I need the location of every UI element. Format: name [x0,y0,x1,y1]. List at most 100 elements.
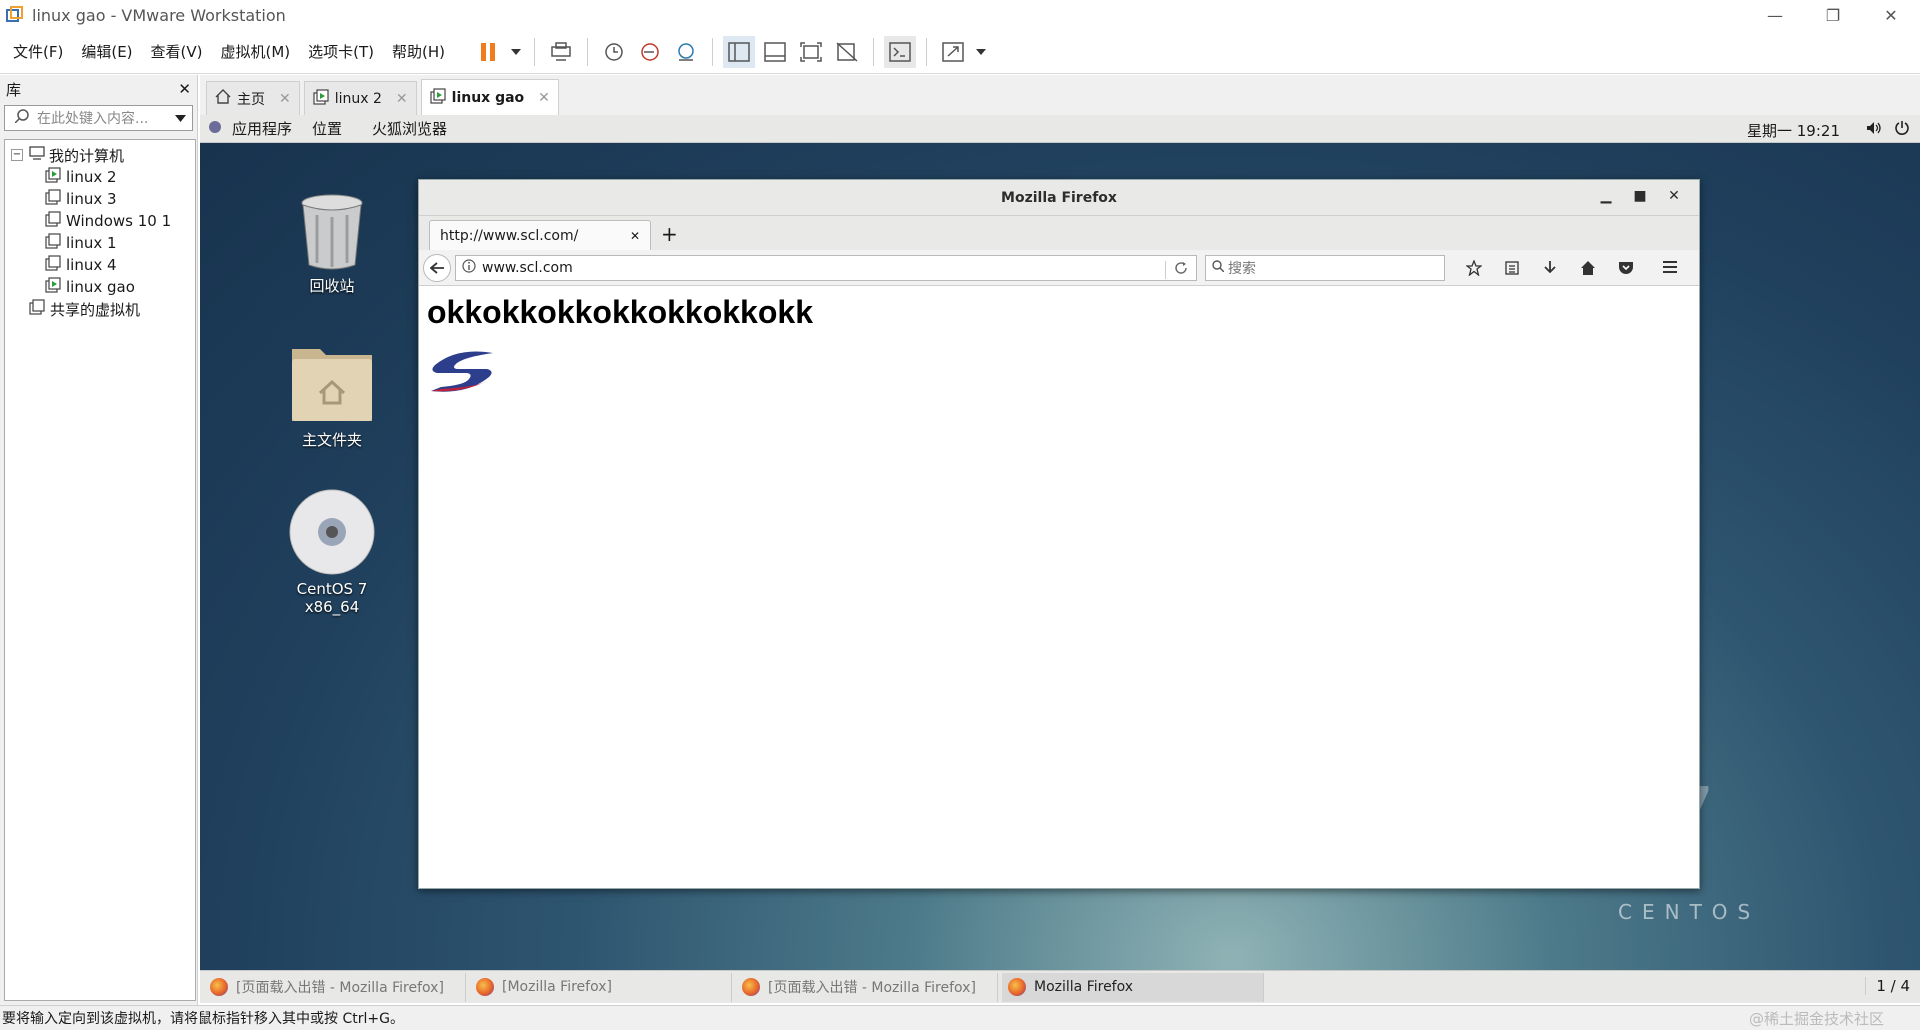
desktop-icon-home[interactable]: 主文件夹 [267,339,397,450]
back-icon[interactable] [423,253,451,282]
gnome-menu-firefox[interactable]: 火狐浏览器 [352,118,457,139]
menu-bar: 文件(F) 编辑(E) 查看(V) 虚拟机(M) 选项卡(T) 帮助(H) [0,30,1920,74]
download-icon[interactable] [1531,260,1569,276]
firefox-maximize-button[interactable]: ■ [1623,188,1657,204]
tree-item-vm[interactable]: linux 2 [5,166,195,188]
close-button[interactable]: ✕ [1862,0,1920,30]
tree-label: linux 4 [66,256,117,274]
tree-label: 共享的虚拟机 [50,300,141,319]
tab-close-icon[interactable]: ✕ [396,91,408,107]
gnome-top-bar: 应用程序 位置 火狐浏览器 星期一 19:21 [200,115,1920,143]
gnome-menu-places[interactable]: 位置 [302,118,352,139]
menu-tabs[interactable]: 选项卡(T) [299,41,383,62]
tree-label: 我的计算机 [49,146,125,165]
bookmarks-icon[interactable] [1493,260,1531,276]
taskbar-item[interactable]: [页面载入出错 - Mozilla Firefox] [204,972,466,1002]
tab-label: linux 2 [334,90,382,107]
tree-item-vm[interactable]: linux 1 [5,232,195,254]
firefox-nav-bar: www.scl.com 搜索 [419,250,1699,286]
tree-item-vm[interactable]: linux 3 [5,188,195,210]
tab-label: linux gao [451,89,525,106]
taskbar-item[interactable]: [Mozilla Firefox] [470,972,732,1002]
send-ctrl-alt-del-icon[interactable] [545,36,577,68]
toolbar-divider [873,37,875,66]
pocket-icon[interactable] [1607,260,1645,276]
minimize-button[interactable]: — [1746,0,1804,30]
chevron-down-icon[interactable] [175,110,186,126]
snapshot-manager-icon[interactable] [670,36,702,68]
workspace-indicator[interactable]: 1 / 4 [1865,977,1910,995]
toolbar-divider [534,37,536,66]
info-icon[interactable] [462,258,476,277]
reload-icon[interactable] [1165,260,1188,279]
pause-icon[interactable] [472,36,504,68]
chevron-down-icon[interactable] [973,36,989,68]
desktop-icon-trash[interactable]: 回收站 [267,193,397,296]
firefox-title: Mozilla Firefox [1001,189,1117,206]
firefox-close-button[interactable]: ✕ [1657,188,1691,204]
menu-vm[interactable]: 虚拟机(M) [212,41,300,62]
menu-file[interactable]: 文件(F) [0,41,72,62]
tab-close-icon[interactable]: ✕ [279,91,291,107]
menu-edit[interactable]: 编辑(E) [72,41,141,62]
tab-home[interactable]: 主页 ✕ [206,81,300,115]
search-input[interactable]: 搜索 [1205,254,1445,281]
firefox-tab-close-icon[interactable]: ✕ [630,229,640,243]
firefox-tab-strip: http://www.scl.com/ ✕ + [419,216,1699,250]
tree-item-vm[interactable]: Windows 10 1 [5,210,195,232]
home-icon[interactable] [1569,260,1607,276]
toolbar-divider [587,37,589,66]
taskbar-item[interactable]: [页面载入出错 - Mozilla Firefox] [736,972,998,1002]
gnome-taskbar: [页面载入出错 - Mozilla Firefox] [Mozilla Fire… [200,970,1920,1003]
console-icon[interactable] [884,35,917,68]
firefox-tab[interactable]: http://www.scl.com/ ✕ [429,220,651,250]
gnome-clock[interactable]: 星期一 19:21 [1747,120,1840,141]
volume-icon[interactable] [1866,121,1882,139]
bookmark-star-icon[interactable] [1455,259,1493,276]
tab-close-icon[interactable]: ✕ [538,90,550,106]
trash-icon [297,194,367,275]
taskbar-item-label: [页面载入出错 - Mozilla Firefox] [768,980,976,996]
tree-label: linux gao [66,278,135,296]
search-placeholder: 搜索 [1228,260,1256,277]
search-icon [1212,259,1225,276]
menu-view[interactable]: 查看(V) [142,41,212,62]
vm-icon [45,255,61,275]
tab-linux-gao[interactable]: linux gao ✕ [420,79,559,115]
new-tab-button[interactable]: + [661,222,678,246]
library-panel: 库 ✕ 在此处键入内容... − 我的计算机 linux 2 linux 3 W… [0,75,198,1005]
taskbar-item-active[interactable]: Mozilla Firefox [1002,972,1264,1002]
gnome-menu-applications[interactable]: 应用程序 [222,118,302,139]
unity-icon[interactable] [831,36,863,68]
firefox-minimize-button[interactable]: ▁ [1589,188,1623,204]
collapse-icon[interactable]: − [11,149,23,161]
desktop-icon-cdrom[interactable]: CentOS 7 x86_64 [267,488,397,616]
menu-help[interactable]: 帮助(H) [383,41,454,62]
chevron-down-icon[interactable] [508,36,524,68]
firefox-window[interactable]: Mozilla Firefox ▁ ■ ✕ http://www.scl.com… [418,179,1700,889]
library-close-icon[interactable]: ✕ [178,80,191,98]
library-search-input[interactable]: 在此处键入内容... [4,105,193,131]
url-bar[interactable]: www.scl.com [455,254,1197,281]
restore-button[interactable]: ❐ [1804,0,1862,30]
tab-linux-2[interactable]: linux 2 ✕ [303,81,417,115]
toolbar-divider [926,37,928,66]
revert-snapshot-icon[interactable] [634,36,666,68]
taskbar-item-label: Mozilla Firefox [1034,979,1134,995]
fullscreen-icon[interactable] [795,36,827,68]
hamburger-menu-icon[interactable] [1651,260,1689,276]
show-library-icon[interactable] [723,35,756,68]
thumbnail-bar-icon[interactable] [759,36,791,68]
guest-screen[interactable]: 应用程序 位置 火狐浏览器 星期一 19:21 回收站 主文件夹 CentOS … [200,115,1920,1003]
snapshot-icon[interactable] [598,36,630,68]
taskbar-item-label: [Mozilla Firefox] [502,979,612,995]
vmware-icon [4,4,26,26]
tree-item-vm[interactable]: linux gao [5,276,195,298]
disc-icon [288,489,376,580]
tree-item-my-computer[interactable]: − 我的计算机 [5,144,195,166]
power-icon[interactable] [1894,120,1910,140]
stretch-icon[interactable] [937,36,969,68]
tree-item-vm[interactable]: linux 4 [5,254,195,276]
tree-item-shared[interactable]: 共享的虚拟机 [5,298,195,320]
watermark: @稀土掘金技术社区 [1748,1010,1884,1028]
